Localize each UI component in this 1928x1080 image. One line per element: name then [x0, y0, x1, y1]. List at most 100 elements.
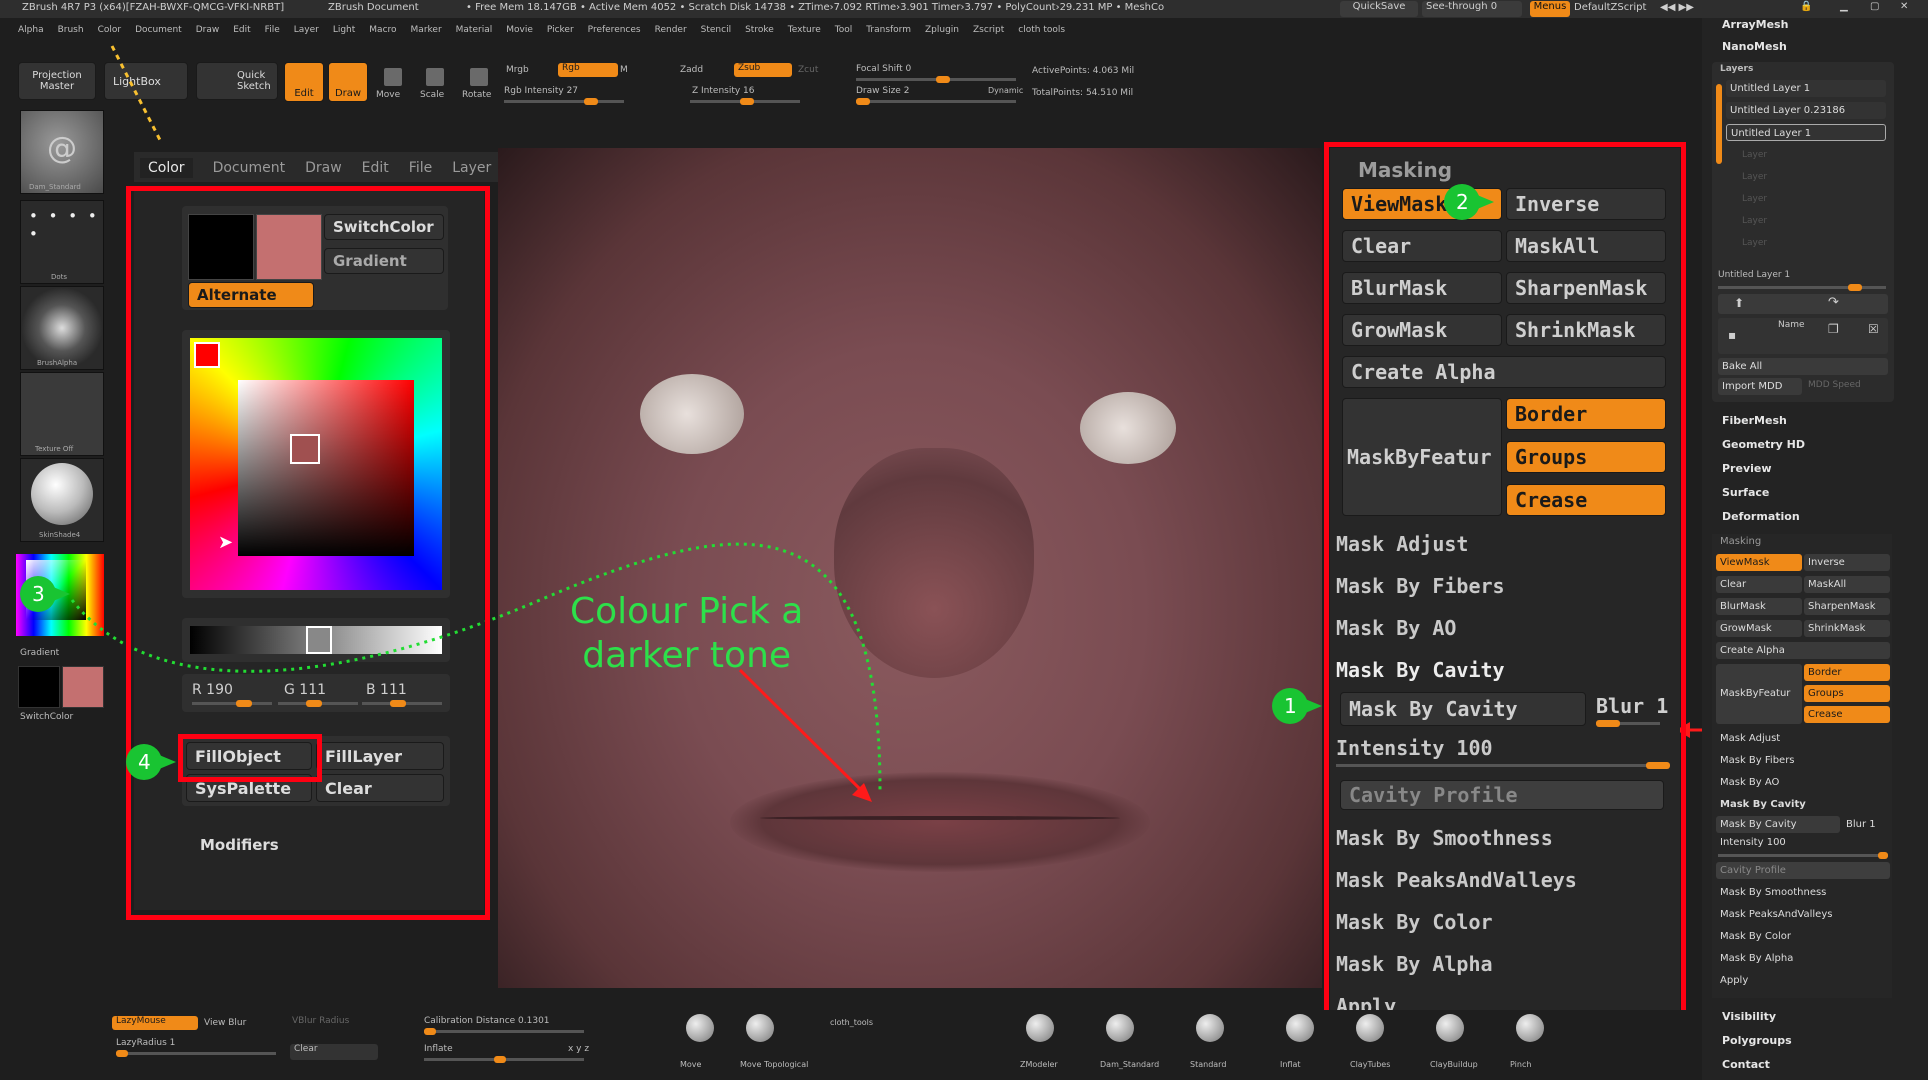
brush-slot-label: Pinch [1510, 1060, 1532, 1069]
layer-slot-8[interactable]: Layer [1742, 238, 1767, 248]
geometry-hd-item[interactable]: Geometry HD [1722, 438, 1805, 451]
r-groups-button[interactable]: Groups [1804, 685, 1890, 702]
layer-name-button[interactable]: Name [1778, 320, 1805, 330]
r-mask-by-ao[interactable]: Mask By AO [1716, 774, 1890, 791]
r-mask-by-fibers[interactable]: Mask By Fibers [1716, 752, 1890, 769]
r-crease-label: Crease [1808, 709, 1843, 720]
sharpenmask-button[interactable]: SharpenMask [1506, 272, 1666, 304]
fibermesh-item[interactable]: FiberMesh [1722, 414, 1787, 427]
visibility-item[interactable]: Visibility [1722, 1010, 1776, 1023]
crease-button[interactable]: Crease [1506, 484, 1666, 516]
inflate-slider[interactable]: Inflate [424, 1044, 453, 1054]
r-mask-by-smoothness[interactable]: Mask By Smoothness [1716, 884, 1890, 901]
layer-slot-4[interactable]: Layer [1742, 150, 1767, 160]
calibration-track[interactable] [424, 1028, 584, 1035]
r-apply[interactable]: Apply [1716, 972, 1890, 989]
deformation-item[interactable]: Deformation [1722, 510, 1800, 523]
mask-by-alpha-item[interactable]: Mask By Alpha [1336, 952, 1493, 976]
r-intensity-slider[interactable]: Intensity 100 [1716, 834, 1890, 851]
r-maskall-label: MaskAll [1808, 579, 1847, 590]
lazyradius-track[interactable] [116, 1050, 276, 1057]
layer-row-3[interactable]: Untitled Layer 1 [1726, 124, 1886, 141]
r-mask-by-cavity-header[interactable]: Mask By Cavity [1716, 796, 1890, 813]
mask-by-fibers-item[interactable]: Mask By Fibers [1336, 574, 1505, 598]
surface-item[interactable]: Surface [1722, 486, 1769, 499]
clear-mask-button[interactable]: Clear [1342, 230, 1502, 262]
r-blurmask-button[interactable]: BlurMask [1716, 598, 1802, 615]
mask-by-cavity-button[interactable]: Mask By Cavity [1340, 692, 1586, 726]
layer-intensity-track[interactable] [1718, 284, 1886, 291]
calibration-distance-slider[interactable]: Calibration Distance 0.1301 [424, 1016, 550, 1026]
mask-peaks-valleys-item[interactable]: Mask PeaksAndValleys [1336, 868, 1577, 892]
layer-row-1[interactable]: Untitled Layer 1 [1726, 80, 1886, 97]
r-blur-slider[interactable]: Blur 1 [1842, 816, 1890, 833]
r-clear-button[interactable]: Clear [1716, 576, 1802, 593]
vblur-radius-slider[interactable]: VBlur Radius [292, 1016, 349, 1026]
inflate-track[interactable] [424, 1056, 584, 1063]
r-mask-by-cavity-button[interactable]: Mask By Cavity [1716, 816, 1840, 833]
lazyradius-slider[interactable]: LazyRadius 1 [116, 1038, 175, 1048]
trash-icon[interactable]: ▪ [1728, 328, 1736, 342]
r-mask-adjust[interactable]: Mask Adjust [1716, 730, 1890, 747]
lazymouse-toggle[interactable]: LazyMouse [112, 1016, 198, 1030]
r-maskbyfeature-button[interactable]: MaskByFeatur [1716, 664, 1802, 724]
clear-bottom-button[interactable]: Clear [290, 1044, 378, 1060]
polygroups-item[interactable]: Polygroups [1722, 1034, 1792, 1047]
r-border-button[interactable]: Border [1804, 664, 1890, 681]
mdd-speed-slider[interactable]: MDD Speed [1808, 380, 1861, 390]
intensity-slider[interactable]: Intensity 100 [1336, 736, 1493, 760]
r-viewmask-button[interactable]: ViewMask [1716, 554, 1802, 571]
growmask-button[interactable]: GrowMask [1342, 314, 1502, 346]
r-cavity-profile[interactable]: Cavity Profile [1716, 862, 1890, 879]
mask-by-ao-item[interactable]: Mask By AO [1336, 616, 1456, 640]
preview-item[interactable]: Preview [1722, 462, 1772, 475]
redo-arrow-icon[interactable]: ↷ [1828, 295, 1839, 310]
layer-row-2[interactable]: Untitled Layer 0.23186 [1726, 102, 1886, 119]
shrinkmask-button[interactable]: ShrinkMask [1506, 314, 1666, 346]
create-alpha-button[interactable]: Create Alpha [1342, 356, 1666, 388]
r-create-alpha-button[interactable]: Create Alpha [1716, 642, 1890, 659]
border-button[interactable]: Border [1506, 398, 1666, 430]
r-mask-by-alpha[interactable]: Mask By Alpha [1716, 950, 1890, 967]
r-inverse-button[interactable]: Inverse [1804, 554, 1890, 571]
mask-by-color-item[interactable]: Mask By Color [1336, 910, 1493, 934]
blur-slider[interactable]: Blur 1 [1596, 694, 1668, 718]
r-intensity-track[interactable] [1718, 852, 1888, 859]
layers-title[interactable]: Layers [1720, 64, 1753, 74]
view-blur-toggle[interactable]: View Blur [204, 1018, 246, 1028]
maskbyfeature-button[interactable]: MaskByFeatur [1342, 398, 1502, 516]
intensity-slider-track[interactable] [1336, 762, 1670, 769]
bake-all-button[interactable]: Bake All [1718, 358, 1888, 375]
r-growmask-button[interactable]: GrowMask [1716, 620, 1802, 637]
import-mdd-button[interactable]: Import MDD [1718, 378, 1802, 395]
blur-slider-track[interactable] [1596, 720, 1660, 727]
r-mask-peaks[interactable]: Mask PeaksAndValleys [1716, 906, 1890, 923]
r-maskall-button[interactable]: MaskAll [1804, 576, 1890, 593]
menu-pointer-arrow [110, 45, 162, 141]
right-masking-title[interactable]: Masking [1720, 536, 1761, 547]
layers-scrollbar[interactable] [1716, 84, 1722, 164]
xyz-toggle[interactable]: x y z [568, 1044, 589, 1054]
groups-button[interactable]: Groups [1506, 441, 1666, 473]
contact-item[interactable]: Contact [1722, 1058, 1770, 1071]
layer-slot-6[interactable]: Layer [1742, 194, 1767, 204]
cavity-profile-button[interactable]: Cavity Profile [1340, 780, 1664, 810]
inverse-button[interactable]: Inverse [1506, 188, 1666, 220]
r-sharpenmask-button[interactable]: SharpenMask [1804, 598, 1890, 615]
mask-by-smoothness-item[interactable]: Mask By Smoothness [1336, 826, 1553, 850]
layer-slot-5[interactable]: Layer [1742, 172, 1767, 182]
delete-layer-icon[interactable]: ☒ [1868, 322, 1879, 336]
mask-adjust-item[interactable]: Mask Adjust [1336, 532, 1468, 556]
blurmask-button[interactable]: BlurMask [1342, 272, 1502, 304]
move-up-icon[interactable]: ⬆ [1734, 296, 1744, 310]
copy-icon[interactable]: ❐ [1828, 322, 1839, 336]
r-mask-by-color[interactable]: Mask By Color [1716, 928, 1890, 945]
mask-by-cavity-header[interactable]: Mask By Cavity [1336, 658, 1505, 682]
maskall-button[interactable]: MaskAll [1506, 230, 1666, 262]
r-crease-button[interactable]: Crease [1804, 706, 1890, 723]
arraymesh-item[interactable]: ArrayMesh [1722, 18, 1788, 31]
r-shrinkmask-button[interactable]: ShrinkMask [1804, 620, 1890, 637]
layer-slot-7[interactable]: Layer [1742, 216, 1767, 226]
nanomesh-item[interactable]: NanoMesh [1722, 40, 1787, 53]
masking-title[interactable]: Masking [1358, 158, 1452, 182]
